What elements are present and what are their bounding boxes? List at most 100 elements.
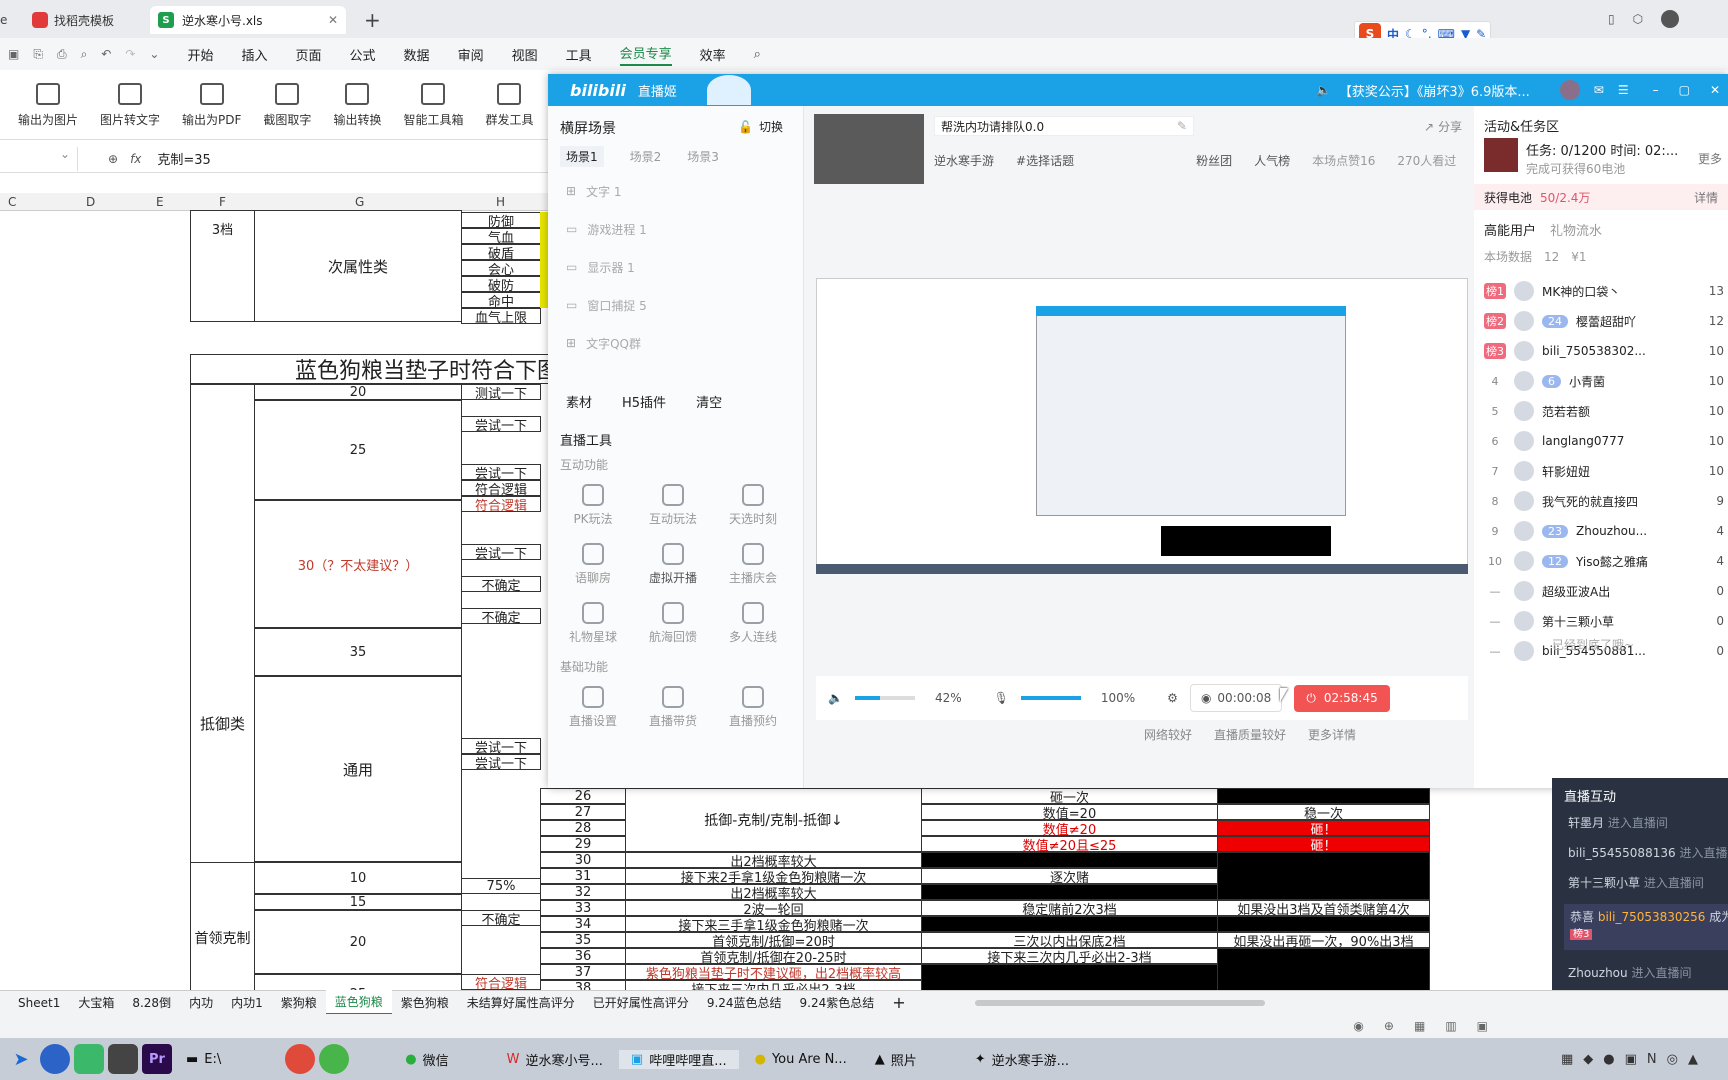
gift-planet-button[interactable]: 礼物星球	[558, 602, 628, 645]
material-button[interactable]: 素材	[566, 392, 592, 411]
preview-icon[interactable]: ⌕	[81, 47, 88, 62]
source-item[interactable]: ⊞ 文字QQ群	[566, 324, 796, 362]
tab-partial[interactable]: e	[0, 6, 14, 34]
maximize-icon[interactable]: ▢	[1679, 83, 1690, 97]
game-icon[interactable]	[108, 1044, 138, 1074]
image-to-text-button[interactable]: 图片转文字	[100, 83, 160, 128]
cell-k33[interactable]: 稳定赌前2次3档	[921, 900, 1218, 916]
share-icon[interactable]: ⎘	[33, 47, 43, 62]
sheet-tab[interactable]: 9.24紫色总结	[791, 994, 884, 1011]
col-h[interactable]: H	[496, 195, 505, 209]
export-pdf-button[interactable]: 输出为PDF	[182, 83, 241, 128]
sheet-tab[interactable]: Sheet1	[0, 996, 69, 1010]
formula-input[interactable]: 克制=35	[157, 149, 210, 168]
menu-view[interactable]: 视图	[512, 45, 538, 64]
user-row[interactable]: 榜2 24 樱蕾超甜吖 12	[1484, 306, 1724, 336]
cell-h30a[interactable]: 尝试一下	[461, 544, 541, 560]
search-icon[interactable]: ⌕	[754, 47, 761, 62]
cell-j-klz[interactable]: 抵御-克制/克制-抵御↓	[625, 788, 922, 852]
sheet-tab[interactable]: 大宝箱	[69, 994, 123, 1011]
switch-button[interactable]: 🔓 切换	[738, 118, 783, 135]
tray-icon[interactable]: N	[1647, 1052, 1657, 1067]
row-34[interactable]: 34	[540, 916, 626, 932]
tray-icon[interactable]: ◎	[1667, 1052, 1678, 1067]
col-f[interactable]: F	[219, 195, 226, 209]
taskbar-wps[interactable]: W 逆水寒小号...	[495, 1050, 615, 1069]
menu-start[interactable]: 开始	[187, 45, 213, 64]
row-33[interactable]: 33	[540, 900, 626, 916]
sheet-tab[interactable]: 紫色狗粮	[392, 994, 458, 1011]
mass-send-button[interactable]: 群发工具	[485, 83, 533, 128]
screenshot-text-button[interactable]: 截图取字	[263, 83, 311, 128]
source-item[interactable]: ⊞ 文字 1	[566, 172, 796, 210]
popular-button[interactable]: 人气榜	[1254, 152, 1290, 169]
user-avatar[interactable]	[1559, 80, 1580, 100]
cell-hty1[interactable]: 尝试一下	[461, 738, 541, 754]
close-icon[interactable]: ✕	[1710, 83, 1720, 97]
cell-g25[interactable]: 25	[254, 400, 462, 500]
source-item[interactable]: ▭ 游戏进程 1	[566, 210, 796, 248]
scene-tab-3[interactable]: 场景3	[687, 148, 719, 165]
cell-k27[interactable]: 数值=20	[921, 804, 1218, 820]
chrome-icon[interactable]	[285, 1044, 316, 1074]
cell-g-ty[interactable]: 通用	[254, 676, 462, 862]
taskbar-wechat[interactable]: ● 微信	[393, 1050, 460, 1069]
sheet-tab[interactable]: 已开好属性高评分	[584, 994, 698, 1011]
speaker-icon[interactable]: 🔈	[828, 691, 843, 705]
notice-text[interactable]: 【获奖公示】《崩坏3》6.9版本...	[1339, 81, 1530, 100]
menu-formula[interactable]: 公式	[350, 45, 376, 64]
more-detail-link[interactable]: 更多详情	[1308, 726, 1356, 743]
cell-hbqd[interactable]: 不确定	[461, 910, 541, 926]
cell-g15[interactable]: 15	[254, 894, 462, 910]
mic-icon[interactable]: 🎙	[994, 691, 1009, 705]
cell-g20b[interactable]: 20	[254, 910, 462, 974]
cell-j35[interactable]: 首领克制/抵御=20时	[625, 932, 922, 948]
cell-h-0[interactable]: 防御	[461, 212, 541, 228]
cell-h-5[interactable]: 命中	[461, 292, 541, 308]
taskbar-photos[interactable]: ▲ 照片	[863, 1050, 929, 1069]
row-28[interactable]: 28	[540, 820, 626, 836]
redo-icon[interactable]: ↷	[125, 47, 135, 61]
tab-docer-template[interactable]: 找稻壳模板	[24, 6, 144, 34]
record-button[interactable]: ◉ 00:00:08	[1189, 684, 1283, 712]
scene-tab-2[interactable]: 场景2	[630, 148, 662, 165]
mixer-icon[interactable]: ⚙	[1167, 691, 1178, 705]
row-30[interactable]: 30	[540, 852, 626, 868]
cell-l30[interactable]	[1217, 852, 1430, 900]
row-35[interactable]: 35	[540, 932, 626, 948]
row-37[interactable]: 37	[540, 964, 626, 980]
export-image-button[interactable]: 输出为图片	[18, 83, 78, 128]
pk-button[interactable]: PK玩法	[558, 484, 628, 527]
menu-efficiency[interactable]: 效率	[700, 45, 726, 64]
menu-insert[interactable]: 插入	[242, 45, 268, 64]
share-button[interactable]: ↗ 分享	[1424, 118, 1462, 135]
row-32[interactable]: 32	[540, 884, 626, 900]
add-sheet-icon[interactable]: +	[883, 993, 914, 1012]
save-icon[interactable]: ▣	[8, 47, 19, 61]
live-shop-button[interactable]: 直播带货	[638, 686, 708, 729]
cell-l28[interactable]: 砸！	[1217, 820, 1430, 836]
premiere-icon[interactable]: Pr	[142, 1044, 172, 1074]
smart-toolbox-button[interactable]: 智能工具箱	[403, 83, 463, 128]
tab-spreadsheet[interactable]: S 逆水寒小号.xls ✕	[150, 6, 346, 34]
cell-g-ci[interactable]: 次属性类	[254, 210, 462, 322]
target-icon[interactable]: ⊕	[1384, 1019, 1394, 1033]
live-settings-button[interactable]: 直播设置	[558, 686, 628, 729]
cell-h25a[interactable]: 尝试一下	[461, 416, 541, 432]
menu-icon[interactable]: ☰	[1618, 83, 1629, 97]
cell-l26[interactable]	[1217, 788, 1430, 804]
celebration-button[interactable]: 主播庆会	[718, 543, 788, 586]
user-row[interactable]: 榜3 bili_750538302... 10	[1484, 336, 1724, 366]
cell-j32[interactable]: 出2档概率较大	[625, 884, 922, 900]
tray-icon[interactable]: ▦	[1561, 1052, 1573, 1067]
cell-h-4[interactable]: 破防	[461, 276, 541, 292]
virtual-live-button[interactable]: 虚拟开播	[638, 543, 708, 586]
sheet-tab[interactable]: 内功	[180, 994, 222, 1011]
mic-slider[interactable]	[1020, 696, 1081, 700]
cell-h25c[interactable]: 符合逻辑	[461, 480, 541, 496]
cell-k35[interactable]: 三次以内出保底2档	[921, 932, 1218, 948]
cell-l34[interactable]	[1217, 916, 1430, 932]
tray-icon[interactable]: ◆	[1583, 1052, 1593, 1067]
taskbar-game[interactable]: ✦ 逆水寒手游...	[963, 1050, 1081, 1069]
voyage-button[interactable]: 航海回馈	[638, 602, 708, 645]
